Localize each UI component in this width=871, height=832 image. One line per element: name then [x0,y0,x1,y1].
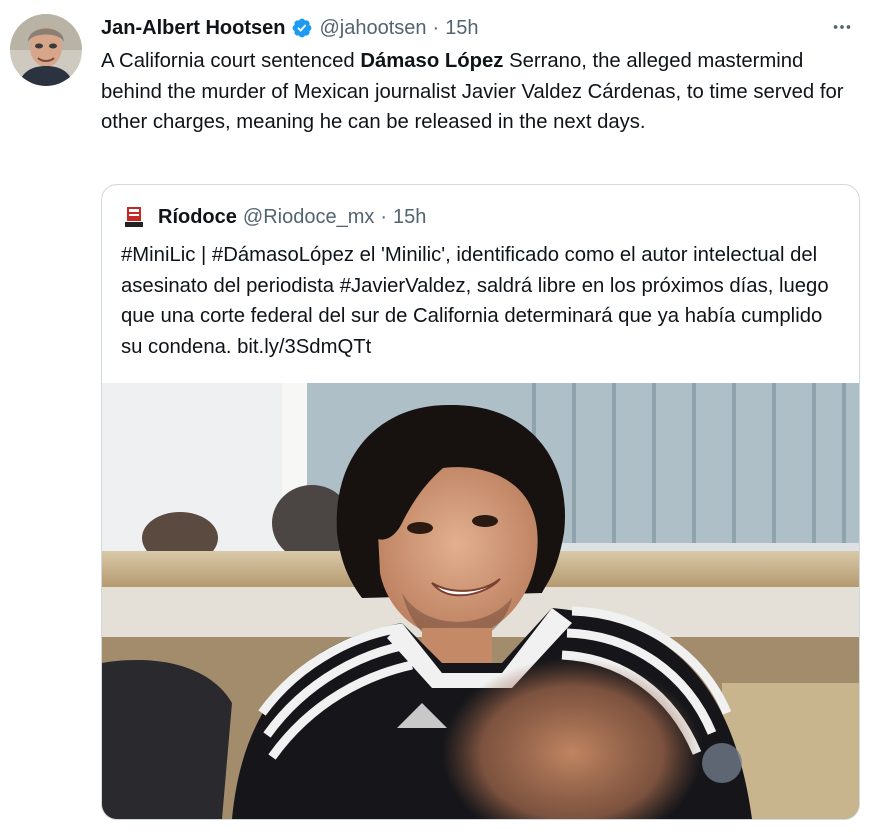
quoted-author-name[interactable]: Ríodoce [158,206,237,229]
tweet-text-bold: Dámaso López [360,50,504,72]
author-avatar[interactable] [10,14,82,86]
author-name[interactable]: Jan-Albert Hootsen [101,17,285,40]
tweet-text: A California court sentenced Dámaso Lópe… [101,46,861,138]
author-handle[interactable]: @jahootsen [319,17,426,40]
quoted-tweet-header: Ríodoce @Riodoce_mx · 15h [122,203,426,231]
more-horizontal-icon[interactable] [824,12,860,42]
quoted-author-handle[interactable]: @Riodoce_mx [243,206,374,229]
quoted-tweet[interactable]: Ríodoce @Riodoce_mx · 15h #MiniLic | #Dá… [101,184,860,820]
tweet-text-part1: A California court sentenced [101,50,361,72]
verified-badge-icon [291,17,313,39]
separator-dot: · [432,16,440,39]
tweet-header: Jan-Albert Hootsen @jahootsen · 15h [101,14,479,42]
quoted-tweet-timestamp[interactable]: 15h [393,206,426,229]
tweet-timestamp[interactable]: 15h [445,17,478,40]
quoted-tweet-photo[interactable] [102,383,859,819]
quoted-tweet-text: #MiniLic | #DámasoLópez el 'Minilic', id… [121,244,829,358]
separator-dot: · [380,205,388,228]
quoted-author-avatar[interactable] [122,205,146,229]
tweet[interactable]: Jan-Albert Hootsen @jahootsen · 15h A Ca… [0,0,871,832]
